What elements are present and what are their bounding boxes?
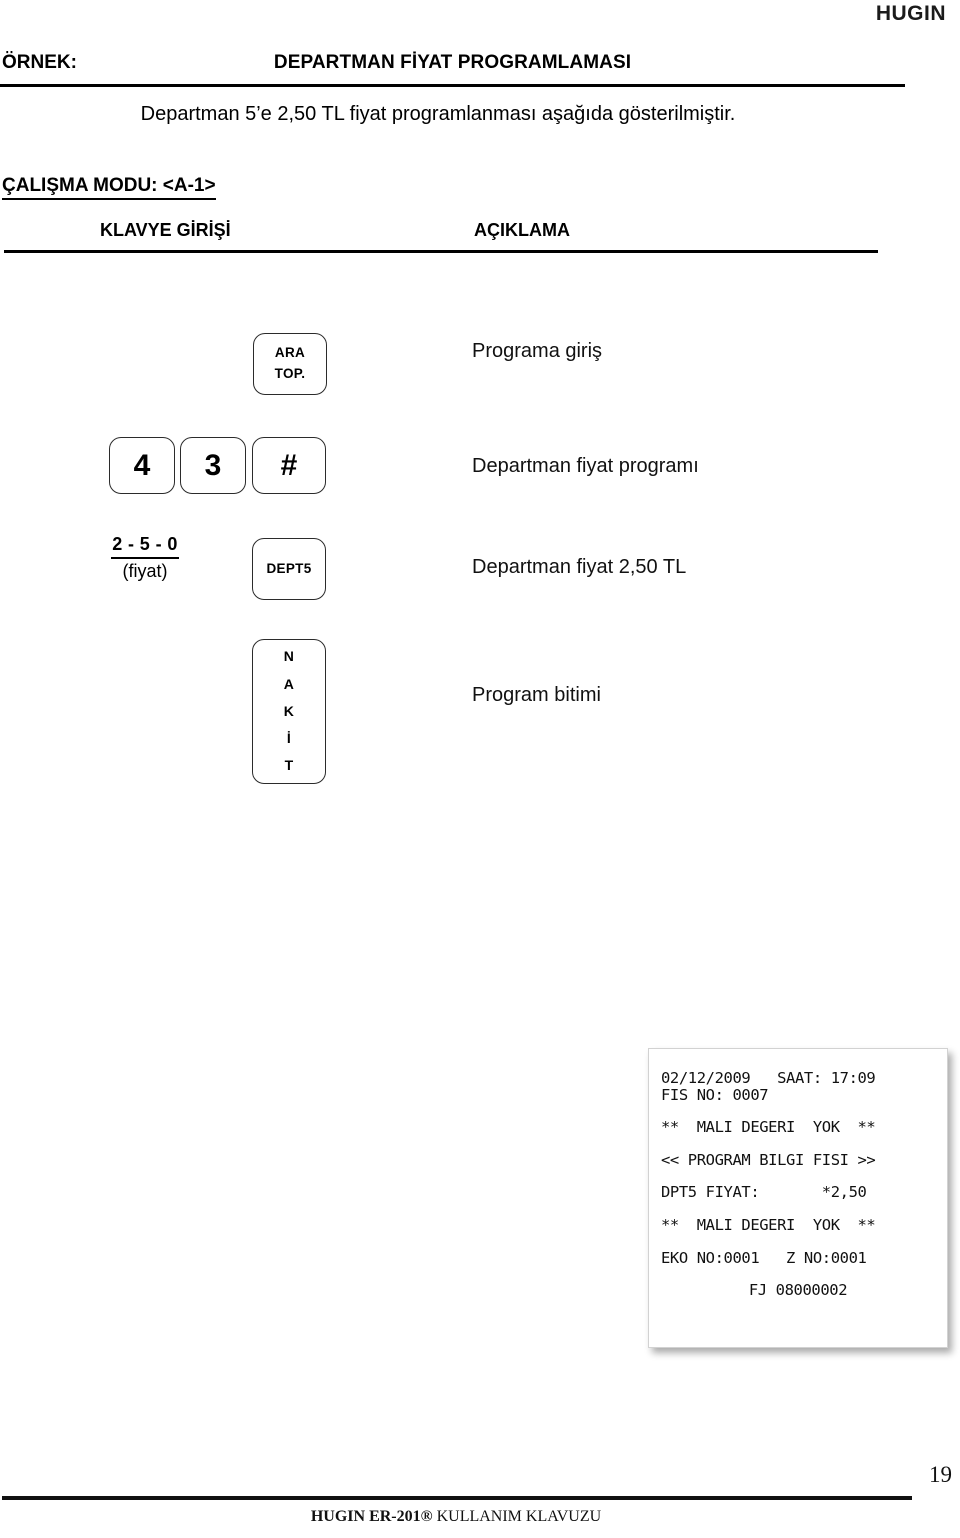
receipt-line-eko-z-no: EKO NO:0001 Z NO:0001 bbox=[661, 1248, 867, 1267]
column-headers: KLAVYE GİRİŞİ AÇIKLAMA bbox=[4, 220, 878, 253]
footer-divider bbox=[2, 1496, 912, 1500]
column-header-description: AÇIKLAMA bbox=[474, 220, 570, 240]
step-description-departman-fiyat-programi: Departman fiyat programı bbox=[472, 455, 699, 477]
receipt-line-receipt-no: FIS NO: 0007 bbox=[661, 1085, 769, 1104]
receipt-line-fiscal-note-bottom: ** MALI DEGERI YOK ** bbox=[661, 1215, 876, 1234]
footer-model: HUGIN ER-201® bbox=[310, 1508, 433, 1525]
footer-text: HUGIN ER-201® KULLANIM KLAVUZU bbox=[0, 1508, 912, 1526]
key-hash[interactable]: # bbox=[252, 437, 326, 494]
price-entry: 2 - 5 - 0 (fiyat) bbox=[90, 533, 200, 582]
column-header-keyboard-entry: KLAVYE GİRİŞİ bbox=[100, 220, 231, 240]
page-title: DEPARTMAN FİYAT PROGRAMLAMASI bbox=[273, 52, 632, 73]
operating-mode-label: ÇALIŞMA MODU: <A-1> bbox=[2, 175, 216, 200]
key-dept5[interactable]: DEPT5 bbox=[252, 538, 326, 600]
key-ara-top[interactable]: ARA TOP. bbox=[253, 333, 327, 395]
key-nakit[interactable]: N A K İ T bbox=[252, 639, 326, 784]
footer-manual: KULLANIM KLAVUZU bbox=[436, 1508, 602, 1525]
key-line: TOP. bbox=[274, 366, 306, 381]
price-entry-label: (fiyat) bbox=[122, 560, 168, 581]
key-line: 4 bbox=[133, 448, 151, 482]
step-description-departman-fiyat-2-50-tl: Departman fiyat 2,50 TL bbox=[472, 556, 687, 578]
key-3[interactable]: 3 bbox=[180, 437, 246, 494]
key-line: 3 bbox=[204, 448, 222, 482]
hugin-logo: HUGIN bbox=[875, 2, 946, 25]
key-line: N bbox=[283, 648, 295, 665]
key-4[interactable]: 4 bbox=[109, 437, 175, 494]
receipt-line-dept-price: DPT5 FIYAT: *2,50 bbox=[661, 1183, 867, 1202]
receipt-line-program-header: << PROGRAM BILGI FISI >> bbox=[661, 1150, 876, 1169]
key-line: # bbox=[280, 448, 298, 482]
page-subtitle: Departman 5’e 2,50 TL fiyat programlanma… bbox=[140, 103, 736, 125]
key-line: K bbox=[283, 702, 295, 719]
key-line: İ bbox=[286, 730, 292, 747]
step-description-program-bitimi: Program bitimi bbox=[472, 684, 601, 706]
receipt-line-fiscal-note-top: ** MALI DEGERI YOK ** bbox=[661, 1118, 876, 1137]
key-line: A bbox=[283, 675, 295, 692]
price-digits: 2 - 5 - 0 bbox=[111, 533, 179, 559]
receipt-image: 02/12/2009 SAAT: 17:09 FIS NO: 0007 ** M… bbox=[648, 1048, 948, 1348]
key-line: DEPT5 bbox=[266, 560, 312, 576]
key-line: T bbox=[284, 757, 294, 774]
title-row: ÖRNEK: DEPARTMAN FİYAT PROGRAMLAMASI bbox=[0, 52, 905, 87]
step-description-programa-giris: Programa giriş bbox=[472, 340, 603, 362]
page-number: 19 bbox=[929, 1462, 952, 1487]
key-line: ARA bbox=[274, 345, 306, 361]
receipt-line-fj-no: FJ 08000002 bbox=[748, 1281, 848, 1300]
